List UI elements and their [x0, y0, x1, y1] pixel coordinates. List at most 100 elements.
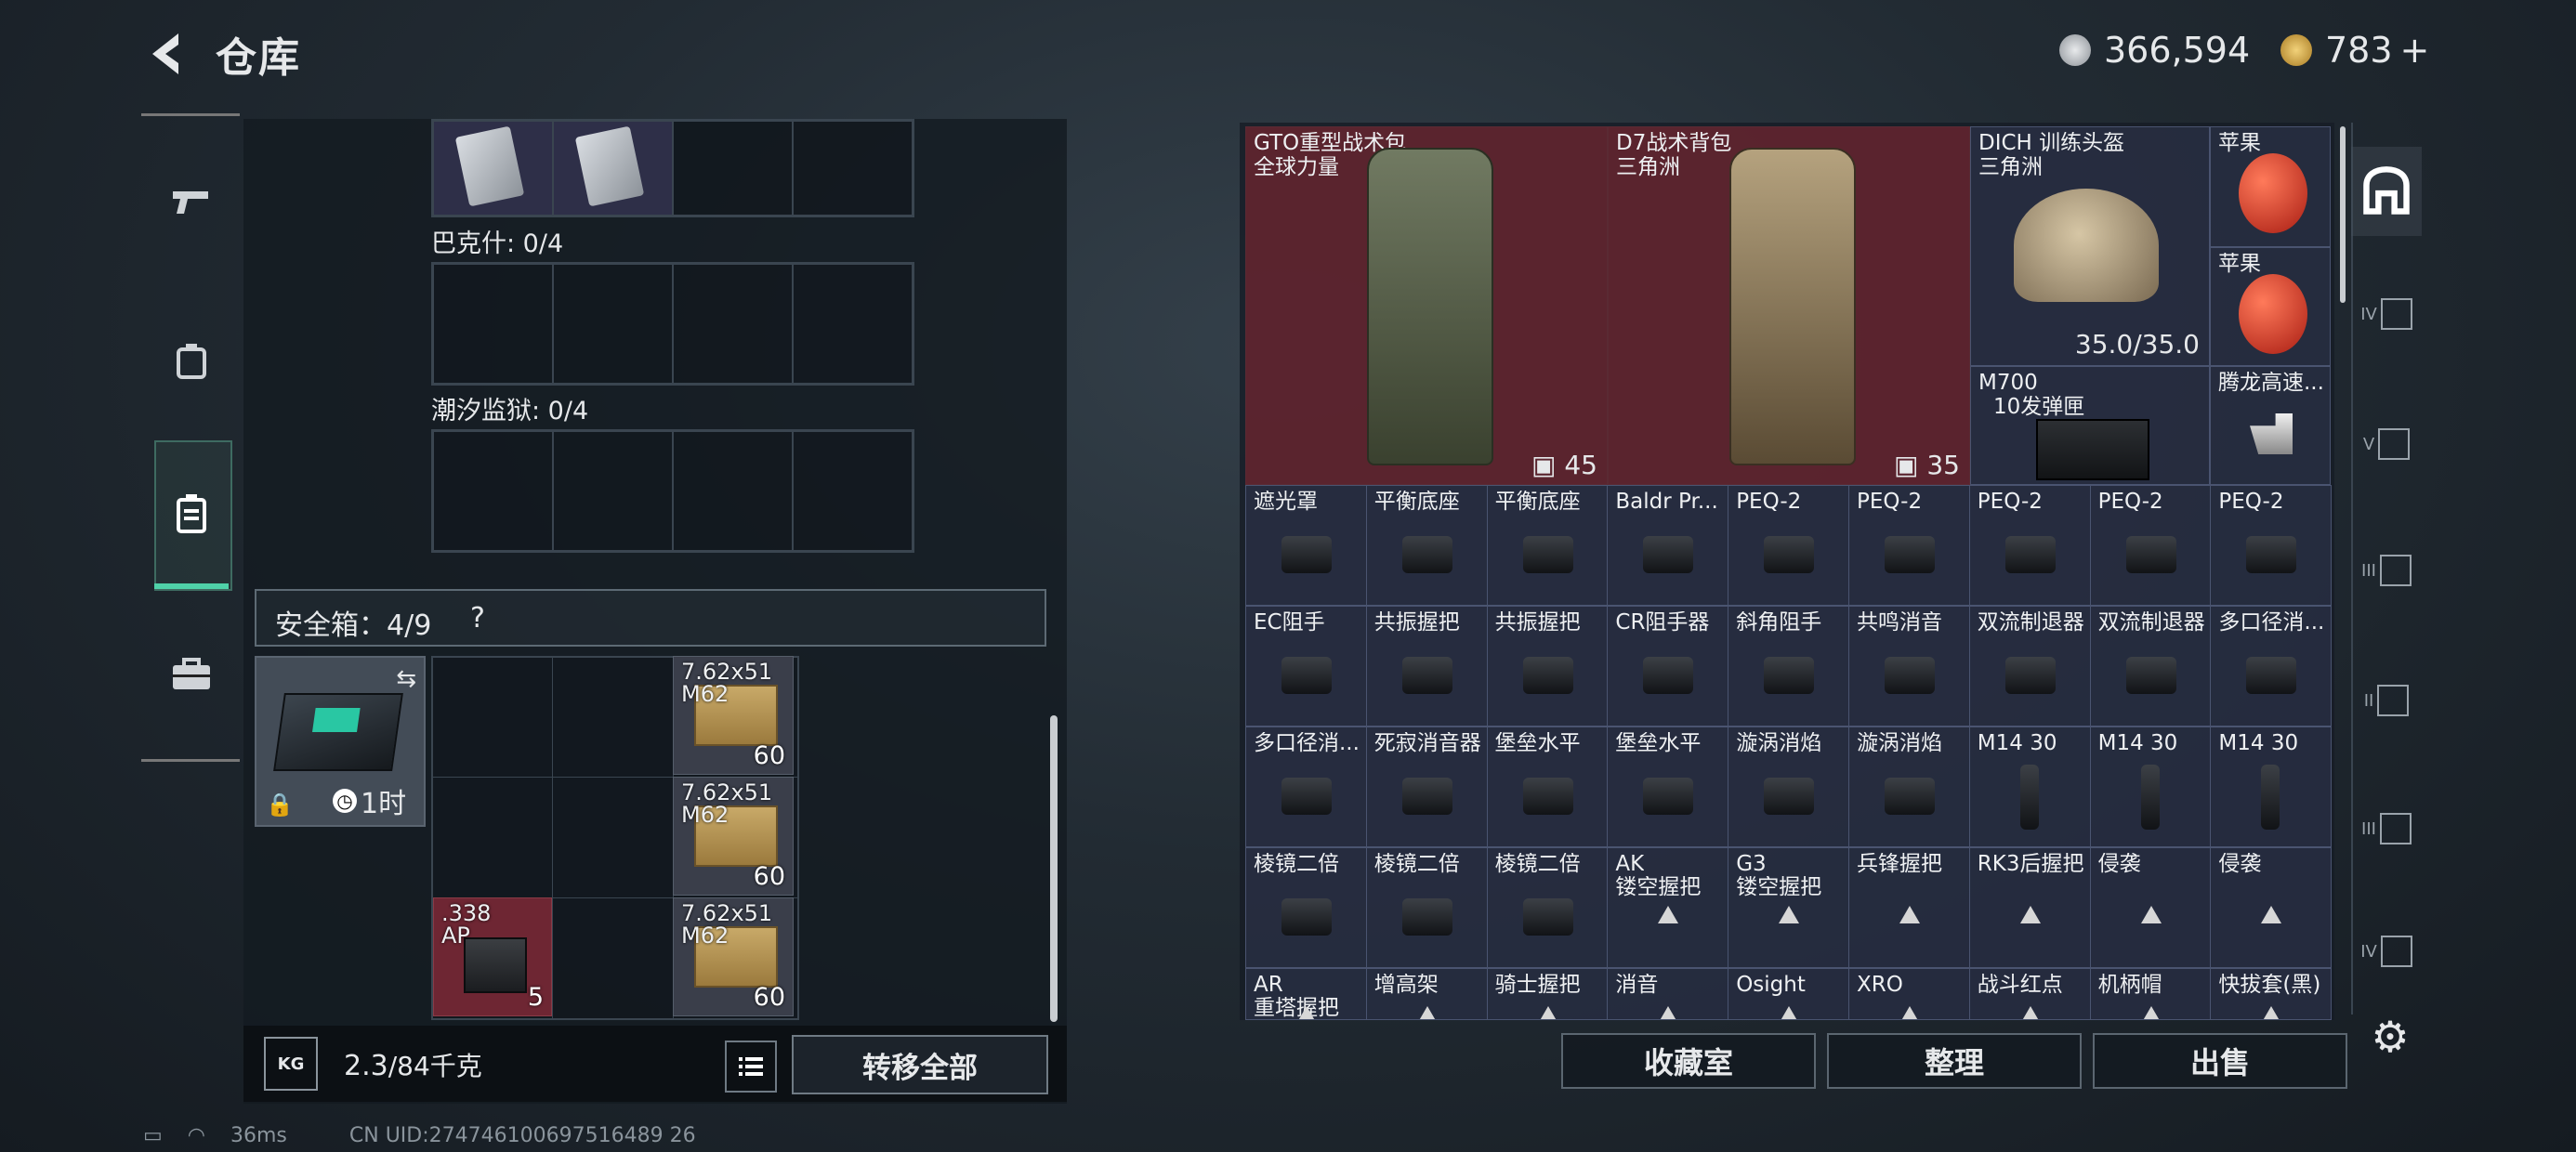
- item-name: M14 30: [2218, 732, 2299, 755]
- attachment-item[interactable]: CR阻手器: [1607, 606, 1729, 727]
- attachment-item[interactable]: M14 30: [2210, 727, 2333, 847]
- item-name: 双流制退器: [2097, 611, 2205, 635]
- grid-slot[interactable]: [553, 264, 673, 384]
- grid-slot[interactable]: [553, 431, 673, 551]
- grid-slot[interactable]: [553, 121, 673, 216]
- attachment-item[interactable]: 增高架: [1365, 968, 1488, 1020]
- grid-slot[interactable]: [433, 264, 553, 384]
- add-currency-button[interactable]: +: [2400, 30, 2430, 71]
- sell-button[interactable]: 出售: [2093, 1033, 2347, 1089]
- attachment-item[interactable]: M14 30: [2089, 727, 2212, 847]
- attachment-item[interactable]: 共鸣消音: [1848, 606, 1970, 727]
- mount-item[interactable]: 腾龙高速...: [2210, 366, 2331, 485]
- nav-equipment[interactable]: [156, 325, 227, 396]
- safebox-item[interactable]: ⇆ 🔒 ◷ 1时: [255, 656, 426, 827]
- attachment-item[interactable]: Osight: [1728, 968, 1849, 1020]
- attachment-item[interactable]: M14 30: [1968, 727, 2091, 847]
- tab-level-iv[interactable]: IV: [2351, 269, 2422, 359]
- attachment-item[interactable]: PEQ-2: [1728, 485, 1849, 606]
- ammo-item[interactable]: 7.62x51 M62 60: [673, 656, 794, 775]
- ammo-item[interactable]: 7.62x51 M62 60: [673, 897, 794, 1016]
- swap-icon[interactable]: ⇆: [396, 665, 416, 693]
- grid-slot[interactable]: [793, 264, 913, 384]
- attachment-item[interactable]: 侵袭: [2210, 847, 2333, 968]
- attachment-item[interactable]: 堡垒水平: [1607, 727, 1729, 847]
- helmet-item[interactable]: DICH 训练头盔 三角洲 35.0/35.0: [1970, 126, 2210, 366]
- nav-storage[interactable]: [156, 478, 227, 548]
- grid-slot[interactable]: [793, 121, 913, 216]
- sort-button[interactable]: 整理: [1827, 1033, 2082, 1089]
- attachment-item[interactable]: Baldr Pr...: [1607, 485, 1729, 606]
- back-button[interactable]: [139, 26, 195, 82]
- grid-slot[interactable]: [673, 431, 793, 551]
- top-container-grid: [431, 119, 914, 217]
- attachment-item[interactable]: 共振握把: [1365, 606, 1488, 727]
- nav-briefcase[interactable]: [156, 639, 227, 710]
- tab-level-iii[interactable]: III: [2351, 526, 2422, 615]
- right-scrollbar[interactable]: [2340, 126, 2346, 303]
- attachment-item[interactable]: PEQ-2: [2210, 485, 2333, 606]
- attachment-item[interactable]: 骑士握把: [1486, 968, 1609, 1020]
- grid-slot[interactable]: [673, 264, 793, 384]
- grid-slot[interactable]: [673, 121, 793, 216]
- attachment-item[interactable]: 棱镜二倍: [1245, 847, 1367, 968]
- attachment-item[interactable]: EC阻手: [1245, 606, 1367, 727]
- left-scrollbar[interactable]: [1050, 715, 1058, 1022]
- attachment-item[interactable]: RK3后握把: [1968, 847, 2091, 968]
- attachment-item[interactable]: 漩涡消焰: [1848, 727, 1970, 847]
- attachment-item[interactable]: 斜角阻手: [1728, 606, 1849, 727]
- grid-slot[interactable]: [793, 431, 913, 551]
- attachment-item[interactable]: 多口径消...: [2210, 606, 2333, 727]
- settings-gear-icon[interactable]: ⚙: [2368, 1015, 2412, 1059]
- backpack-item[interactable]: D7战术背包 三角洲 ▣ 35: [1608, 126, 1970, 485]
- attachment-item[interactable]: PEQ-2: [2089, 485, 2212, 606]
- attachment-item[interactable]: 机柄帽: [2089, 968, 2212, 1020]
- attachment-item[interactable]: G3 镂空握把: [1728, 847, 1849, 968]
- nav-weapons[interactable]: [156, 167, 227, 238]
- item-count: 60: [753, 983, 785, 1012]
- tab-level-ii[interactable]: II: [2351, 656, 2422, 745]
- transfer-all-button[interactable]: 转移全部: [792, 1035, 1048, 1094]
- attachment-item[interactable]: 兵锋握把: [1848, 847, 1970, 968]
- help-button[interactable]: ?: [470, 602, 485, 635]
- attachment-item[interactable]: 侵袭: [2089, 847, 2212, 968]
- attachment-item[interactable]: 死寂消音器: [1365, 727, 1488, 847]
- safebox-header: 安全箱：4/9 ?: [255, 589, 1046, 647]
- grid-slot[interactable]: [433, 431, 553, 551]
- attachment-item[interactable]: PEQ-2: [1968, 485, 2091, 606]
- collection-button[interactable]: 收藏室: [1561, 1033, 1816, 1089]
- ammo-item[interactable]: .338 AP 5: [433, 897, 552, 1016]
- attachment-item[interactable]: 双流制退器: [2089, 606, 2212, 727]
- attachment-item[interactable]: 棱镜二倍: [1486, 847, 1609, 968]
- attachment-item[interactable]: 战斗红点: [1968, 968, 2091, 1020]
- attachment-item[interactable]: PEQ-2: [1848, 485, 1970, 606]
- magazine-item[interactable]: M700 10发弹匣: [1970, 366, 2210, 485]
- attachment-item[interactable]: 遮光罩: [1245, 485, 1367, 606]
- attachment-item[interactable]: 平衡底座: [1486, 485, 1609, 606]
- apple-item[interactable]: 苹果: [2210, 126, 2331, 247]
- attachment-item[interactable]: 漩涡消焰: [1728, 727, 1849, 847]
- attachment-item[interactable]: AK 镂空握把: [1607, 847, 1729, 968]
- attachment-item[interactable]: 堡垒水平: [1486, 727, 1609, 847]
- ammo-item[interactable]: 7.62x51 M62 60: [673, 777, 794, 896]
- apple-item[interactable]: 苹果: [2210, 247, 2331, 366]
- tab-all[interactable]: [2351, 147, 2422, 236]
- attachment-item[interactable]: AR 重塔握把: [1245, 968, 1367, 1020]
- attachment-item[interactable]: 平衡底座: [1365, 485, 1488, 606]
- currency-gold[interactable]: 783 +: [2280, 26, 2429, 74]
- bark-grid: [431, 262, 914, 386]
- attachment-item[interactable]: 快拔套(黑): [2210, 968, 2333, 1020]
- attachment-item[interactable]: 共振握把: [1486, 606, 1609, 727]
- tab-level-v[interactable]: V: [2351, 399, 2422, 489]
- attachment-item[interactable]: 多口径消...: [1245, 727, 1367, 847]
- attachment-item[interactable]: XRO: [1848, 968, 1970, 1020]
- attachment-item[interactable]: 棱镜二倍: [1365, 847, 1488, 968]
- tab-level-iii-b[interactable]: III: [2351, 784, 2422, 873]
- tab-level-iv-b[interactable]: IV: [2351, 914, 2422, 988]
- attachment-item[interactable]: 消音: [1607, 968, 1729, 1020]
- attachment-icon: [1401, 898, 1452, 936]
- backpack-item[interactable]: GTO重型战术包 全球力量 ▣ 45: [1245, 126, 1608, 485]
- grid-slot[interactable]: [433, 121, 553, 216]
- attachment-item[interactable]: 双流制退器: [1968, 606, 2091, 727]
- list-view-button[interactable]: [725, 1041, 777, 1093]
